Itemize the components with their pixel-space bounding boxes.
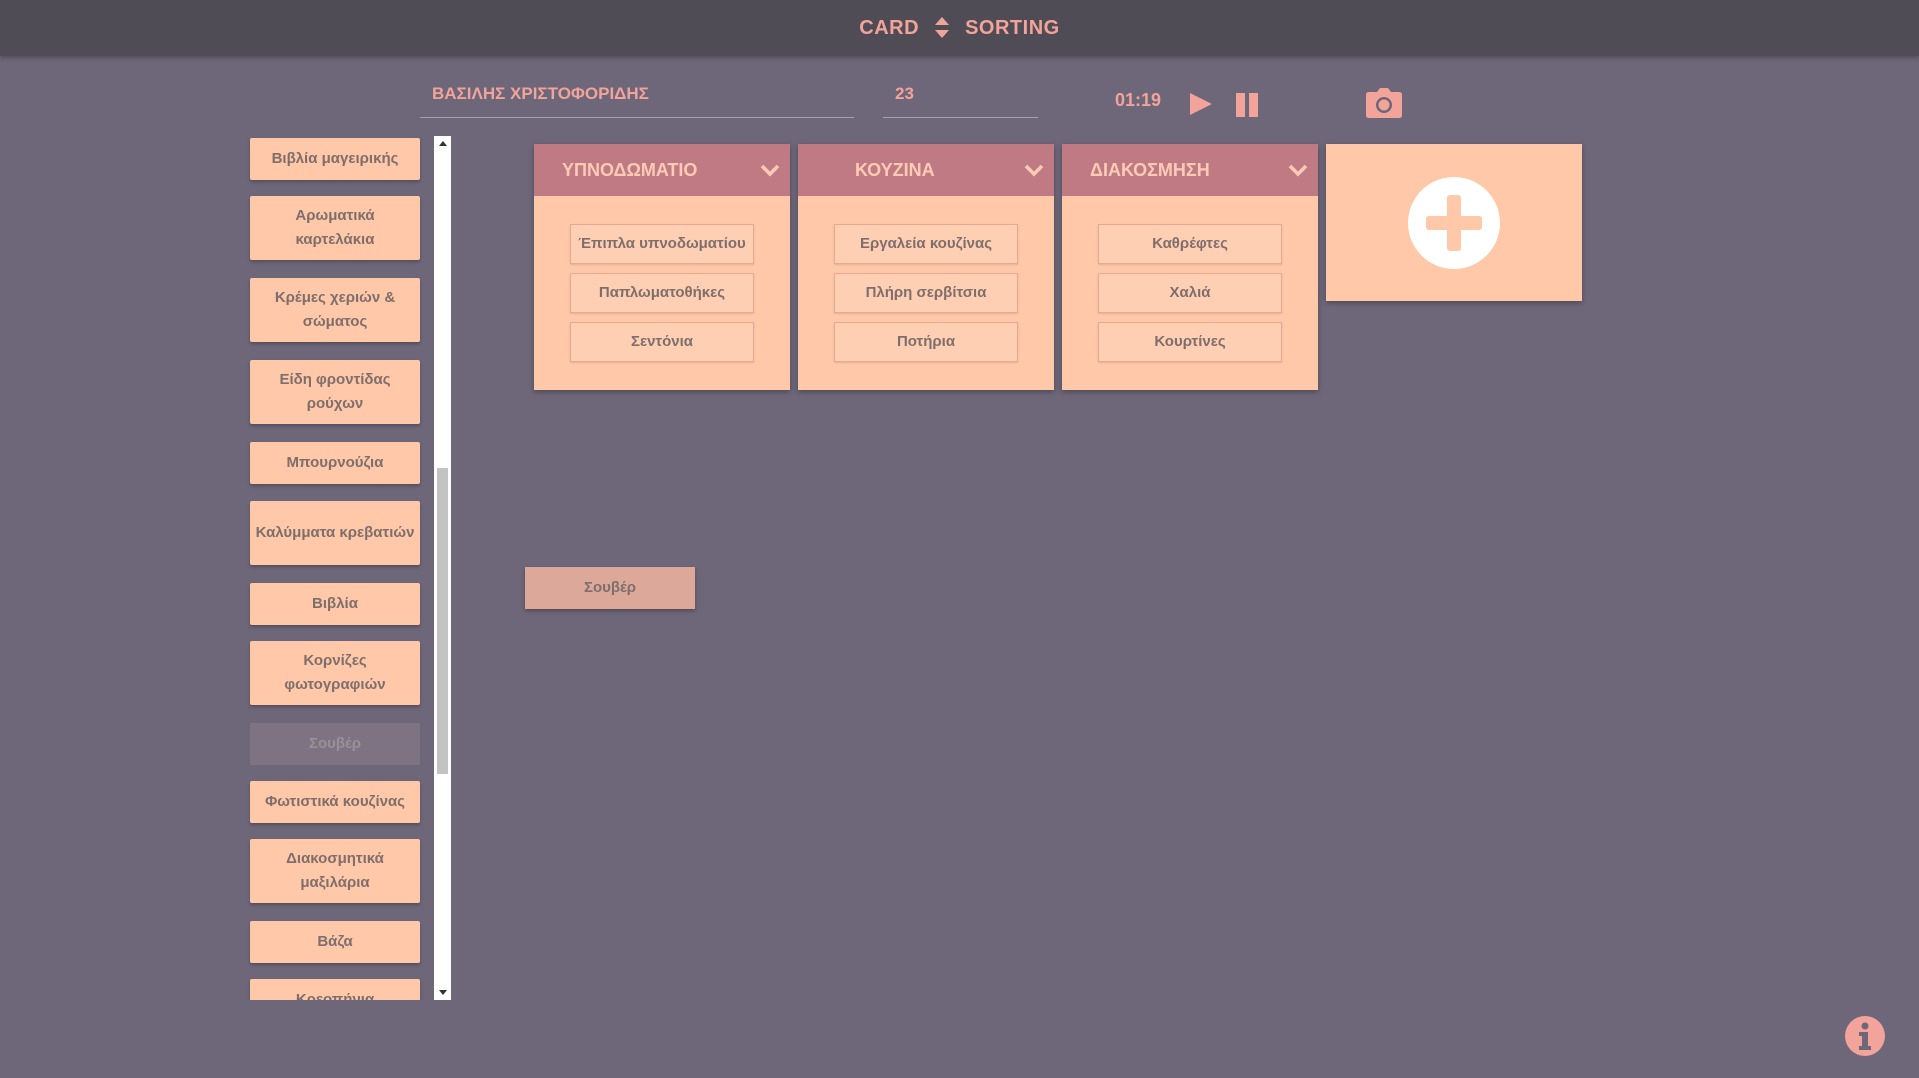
plus-icon: [1408, 177, 1500, 269]
sorted-card[interactable]: Πλήρη σερβίτσια: [834, 273, 1018, 313]
category-items: Καθρέφτες Χαλιά Κουρτίνες: [1062, 196, 1318, 390]
category-title: ΚΟΥΖΙΝΑ: [855, 159, 935, 180]
sorted-card[interactable]: Ποτήρια: [834, 322, 1018, 362]
category-title: ΔΙΑΚΟΣΜΗΣΗ: [1090, 159, 1210, 180]
sorted-card[interactable]: Έπιπλα υπνοδωματίου: [570, 224, 754, 264]
brand-left-label: CARD: [859, 16, 920, 39]
camera-icon[interactable]: [1365, 86, 1403, 120]
card-item[interactable]: Κορνίζες φωτογραφιών: [250, 641, 420, 705]
app-title: CARD SORTING: [859, 17, 1059, 40]
card-item[interactable]: Καλύμματα κρεβατιών: [250, 501, 420, 565]
sorted-card[interactable]: Χαλιά: [1098, 273, 1282, 313]
sorted-card[interactable]: Καθρέφτες: [1098, 224, 1282, 264]
category-title: ΥΠΝΟΔΩΜΑΤΙΟ: [562, 159, 698, 180]
category-items: Εργαλεία κουζίνας Πλήρη σερβίτσια Ποτήρι…: [798, 196, 1054, 390]
sorted-card[interactable]: Σεντόνια: [570, 322, 754, 362]
card-item[interactable]: Φωτιστικά κουζίνας: [250, 781, 420, 823]
pause-icon[interactable]: [1233, 90, 1261, 118]
card-list-scroll-thumb[interactable]: [437, 468, 448, 774]
card-item[interactable]: Βιβλία μαγειρικής: [250, 138, 420, 180]
brand-right-label: SORTING: [965, 16, 1060, 39]
timer-display: 01:19: [1115, 90, 1162, 110]
card-item[interactable]: Βιβλία: [250, 583, 420, 625]
card-item-placeholder: Σουβέρ: [250, 723, 420, 765]
category-decoration[interactable]: ΔΙΑΚΟΣΜΗΣΗ Καθρέφτες Χαλιά Κουρτίνες: [1062, 144, 1318, 390]
chevron-down-icon[interactable]: [1024, 162, 1044, 178]
top-bar: CARD SORTING: [0, 0, 1919, 56]
card-item[interactable]: Μπουρνούζια: [250, 442, 420, 484]
category-header[interactable]: ΥΠΝΟΔΩΜΑΤΙΟ: [534, 144, 790, 196]
participant-number-field[interactable]: 23: [883, 78, 1038, 118]
dragged-card[interactable]: Σουβέρ: [525, 567, 695, 609]
category-header[interactable]: ΔΙΑΚΟΣΜΗΣΗ: [1062, 144, 1318, 196]
category-items: Έπιπλα υπνοδωματίου Παπλωματοθήκες Σεντό…: [534, 196, 790, 390]
sorted-card[interactable]: Παπλωματοθήκες: [570, 273, 754, 313]
card-item[interactable]: Κρέμες χεριών & σώματος: [250, 278, 420, 342]
scroll-down-icon[interactable]: [439, 990, 447, 995]
sort-arrows-icon: [935, 17, 950, 39]
play-icon[interactable]: [1186, 90, 1214, 118]
participant-number-value: 23: [895, 84, 914, 103]
sorted-card[interactable]: Κουρτίνες: [1098, 322, 1282, 362]
sorted-card[interactable]: Εργαλεία κουζίνας: [834, 224, 1018, 264]
card-item[interactable]: Κρεοπήνια: [250, 979, 420, 1000]
add-category-button[interactable]: [1326, 144, 1582, 301]
card-item[interactable]: Είδη φροντίδας ρούχων: [250, 360, 420, 424]
card-item[interactable]: Διακοσμητικά μαξιλάρια: [250, 839, 420, 903]
card-item[interactable]: Βάζα: [250, 921, 420, 963]
participant-name-value: ΒΑΣΙΛΗΣ ΧΡΙΣΤΟΦΟΡΙΔΗΣ: [432, 84, 649, 103]
category-header[interactable]: ΚΟΥΖΙΝΑ: [798, 144, 1054, 196]
scroll-up-icon[interactable]: [439, 141, 447, 146]
card-list[interactable]: Βιβλία μαγειρικής Αρωματικά καρτελάκια Κ…: [240, 136, 455, 1000]
category-kitchen[interactable]: ΚΟΥΖΙΝΑ Εργαλεία κουζίνας Πλήρη σερβίτσι…: [798, 144, 1054, 390]
info-icon[interactable]: [1844, 1015, 1886, 1057]
chevron-down-icon[interactable]: [760, 162, 780, 178]
category-bedroom[interactable]: ΥΠΝΟΔΩΜΑΤΙΟ Έπιπλα υπνοδωματίου Παπλωματ…: [534, 144, 790, 390]
card-item[interactable]: Αρωματικά καρτελάκια: [250, 196, 420, 260]
chevron-down-icon[interactable]: [1288, 162, 1308, 178]
participant-name-field[interactable]: ΒΑΣΙΛΗΣ ΧΡΙΣΤΟΦΟΡΙΔΗΣ: [420, 78, 854, 118]
